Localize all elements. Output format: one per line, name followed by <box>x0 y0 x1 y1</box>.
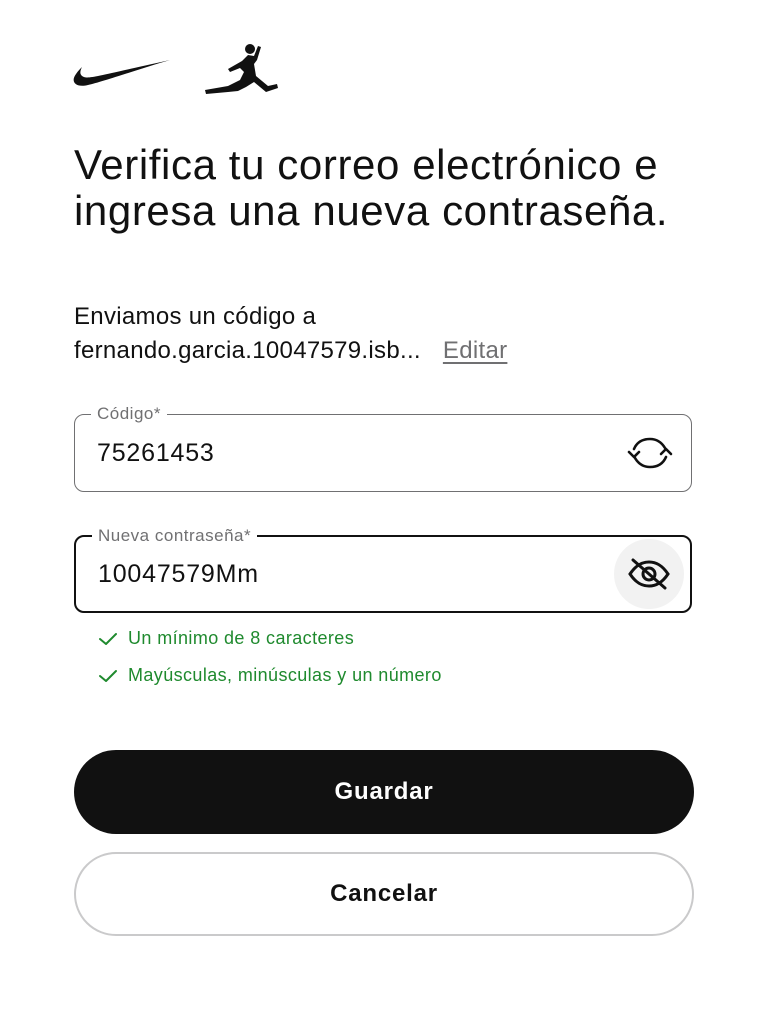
verification-info: Enviamos un código a fernando.garcia.100… <box>74 300 714 368</box>
checkmark-icon <box>99 632 117 645</box>
code-field[interactable]: Código* 75261453 <box>74 403 692 492</box>
checkmark-icon <box>99 669 117 682</box>
email-address: fernando.garcia.10047579.isb... <box>74 337 421 364</box>
requirement-case-number: Mayúsculas, minúsculas y un número <box>98 665 442 686</box>
eye-slash-icon[interactable] <box>614 539 684 609</box>
code-input[interactable]: 75261453 <box>97 415 215 491</box>
requirement-text: Un mínimo de 8 caracteres <box>128 628 355 648</box>
save-button[interactable]: Guardar <box>74 750 694 834</box>
brand-logos <box>72 42 292 98</box>
jordan-jumpman-logo <box>205 44 278 94</box>
nike-swoosh-logo <box>73 60 170 86</box>
edit-email-link[interactable]: Editar <box>443 334 508 368</box>
page-title: Verifica tu correo electrónico e ingresa… <box>74 141 669 234</box>
cancel-button[interactable]: Cancelar <box>74 852 694 936</box>
password-input[interactable]: 10047579Mm <box>98 537 259 611</box>
requirement-text: Mayúsculas, minúsculas y un número <box>128 665 442 685</box>
requirement-min-length: Un mínimo de 8 caracteres <box>98 628 354 649</box>
sent-code-text: Enviamos un código a <box>74 303 317 330</box>
resend-refresh-icon[interactable] <box>615 418 685 488</box>
new-password-field[interactable]: Nueva contraseña* 10047579Mm <box>74 525 692 613</box>
